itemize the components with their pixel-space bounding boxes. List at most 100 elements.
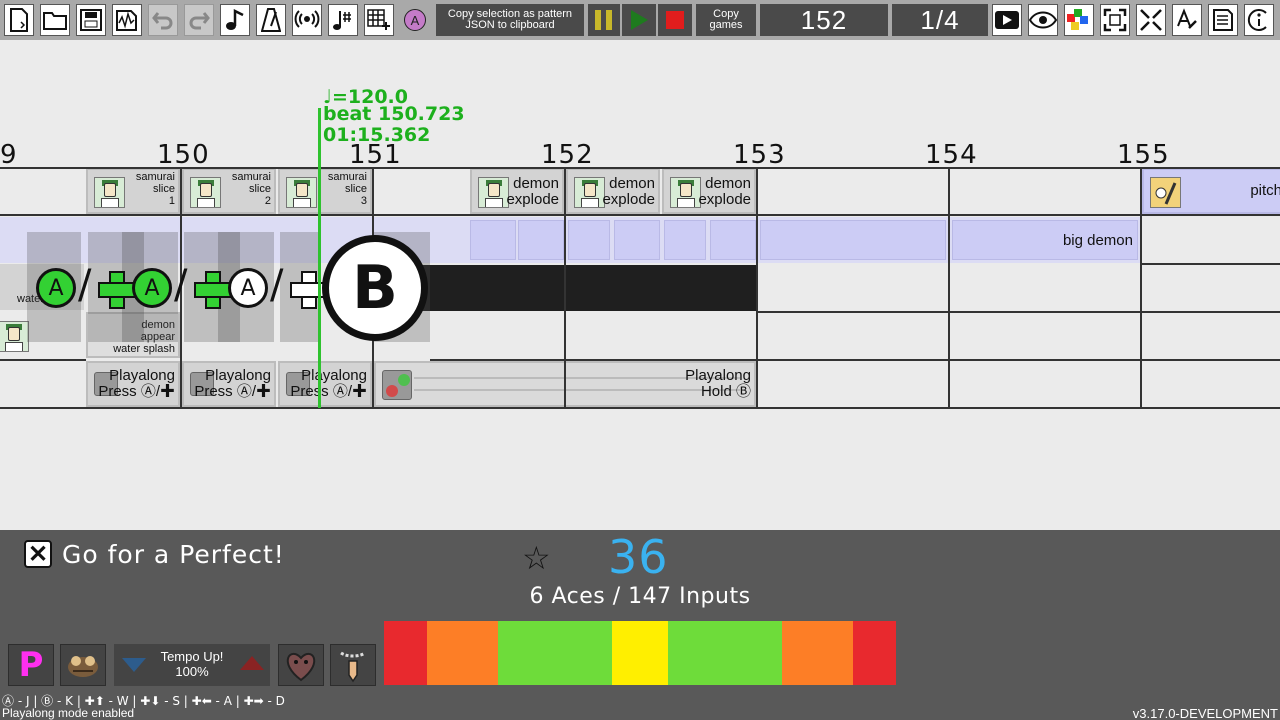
list-icon[interactable] (1208, 4, 1238, 36)
stop-button[interactable] (658, 4, 692, 36)
lane-cell[interactable] (518, 220, 564, 260)
row-divider (0, 407, 1280, 409)
block-label: Playalong Press Ⓐ/✚ (194, 367, 271, 400)
b-button-icon: B (322, 235, 428, 341)
expand-icon[interactable] (1136, 4, 1166, 36)
samurai-slice-block[interactable]: samurai slice 1 (86, 168, 180, 214)
a-button-icon: A (36, 268, 76, 308)
meter-segment (668, 621, 782, 685)
demon-explode-block[interactable]: demon explode (470, 168, 564, 214)
eye-icon[interactable] (1028, 4, 1058, 36)
star-icon: ☆ (522, 540, 551, 576)
undo-icon[interactable] (148, 4, 178, 36)
lane-cell[interactable] (760, 220, 946, 260)
playhead[interactable] (318, 108, 321, 408)
beat-number: 9 (0, 140, 18, 170)
grid-icon[interactable] (364, 4, 394, 36)
waveform-icon[interactable] (112, 4, 142, 36)
playalong-press-block[interactable]: Playalong Press Ⓐ/✚ (278, 361, 372, 407)
block-label: demon explode (506, 175, 559, 208)
samurai-thumbnail-icon (286, 177, 317, 208)
demon-thumbnail-icon (574, 177, 605, 208)
perfect-badge-icon[interactable]: P (8, 644, 54, 686)
editor-root: A Copy selection as pattern JSON to clip… (0, 0, 1280, 720)
mode-status: Playalong mode enabled (2, 706, 135, 720)
lane-cell[interactable] (664, 220, 706, 260)
copy-games-button[interactable]: Copy games (696, 4, 756, 36)
snap-display[interactable]: 1/4 (892, 4, 988, 36)
block-label: Playalong Press Ⓐ/✚ (98, 367, 175, 400)
beat-number: 153 (733, 140, 786, 170)
row-divider (0, 214, 1280, 216)
save-icon[interactable] (76, 4, 106, 36)
beat-display[interactable]: 152 (760, 4, 888, 36)
block-label: demon explode (602, 175, 655, 208)
close-x-icon[interactable]: ✕ (24, 540, 52, 568)
playalong-press-block[interactable]: Playalong Press Ⓐ/✚ (182, 361, 276, 407)
a-button-icon: A (132, 268, 172, 308)
heart-face-icon[interactable] (278, 644, 324, 686)
samurai-thumbnail-icon (94, 177, 125, 208)
text-edit-icon[interactable] (1172, 4, 1202, 36)
lane-cell[interactable] (614, 220, 660, 260)
meter-segment (612, 621, 668, 685)
metronome-icon[interactable] (256, 4, 286, 36)
block-label: samurai slice 2 (231, 171, 271, 207)
palette-icon[interactable] (1064, 4, 1094, 36)
hold-input-bar (418, 265, 756, 311)
meter-segment (782, 621, 853, 685)
music-note-icon[interactable] (220, 4, 250, 36)
pause-button[interactable] (588, 4, 620, 36)
beat-number: 150 (157, 140, 210, 170)
broadcast-icon[interactable] (292, 4, 322, 36)
samurai-slice-block[interactable]: samurai slice 2 (182, 168, 276, 214)
play-button[interactable] (622, 4, 656, 36)
score-value: 36 (608, 530, 669, 584)
block-label: pitch (1250, 182, 1280, 199)
hand-chain-icon[interactable] (330, 644, 376, 686)
tempo-down-icon[interactable] (122, 658, 146, 672)
play-preview-icon[interactable] (992, 4, 1022, 36)
row-divider (756, 311, 1280, 313)
demon-explode-block[interactable]: demon explode (566, 168, 660, 214)
block-label: Playalong Hold Ⓑ (685, 367, 751, 400)
dpad-plus-icon (98, 271, 136, 309)
fullscreen-icon[interactable] (1100, 4, 1130, 36)
a-button-icon: A (228, 268, 268, 308)
block-label: Playalong Press Ⓐ/✚ (290, 367, 367, 400)
slash-separator: / (270, 262, 284, 308)
samurai-slice-block[interactable]: samurai slice 3 (278, 168, 372, 214)
a-button-icon[interactable]: A (400, 4, 430, 36)
info-icon[interactable] (1244, 4, 1274, 36)
pitch-block[interactable]: pitch (1142, 168, 1280, 214)
open-folder-icon[interactable] (40, 4, 70, 36)
mod-toad-icon[interactable] (60, 644, 106, 686)
redo-icon[interactable] (184, 4, 214, 36)
demon-explode-block[interactable]: demon explode (662, 168, 756, 214)
lane-cell[interactable] (470, 220, 516, 260)
pitch-thumbnail-icon (1150, 177, 1181, 208)
big-demon-block[interactable]: big demon (952, 220, 1138, 260)
tempo-label: Tempo Up! 100% (160, 649, 224, 679)
toolbar: A Copy selection as pattern JSON to clip… (0, 0, 1280, 40)
demon-thumbnail-icon (478, 177, 509, 208)
playalong-press-block[interactable]: Playalong Press Ⓐ/✚ (86, 361, 180, 407)
beat-line (1140, 168, 1142, 408)
results-panel: ✕ Go for a Perfect! ☆ 36 6 Aces / 147 In… (0, 530, 1280, 720)
lane-cell[interactable] (710, 220, 756, 260)
playalong-hold-icon (382, 370, 412, 400)
copy-pattern-button[interactable]: Copy selection as pattern JSON to clipbo… (436, 4, 584, 36)
row-divider (1140, 263, 1280, 265)
demon-thumbnail-icon (670, 177, 701, 208)
row-divider (430, 359, 1280, 361)
slash-separator: / (174, 262, 188, 308)
tempo-up-icon[interactable] (240, 656, 264, 670)
block-label: samurai slice 3 (327, 171, 367, 207)
beat-number: 155 (1117, 140, 1170, 170)
lane-cell[interactable] (568, 220, 610, 260)
new-file-icon[interactable] (4, 4, 34, 36)
meter-segment (853, 621, 896, 685)
tempo-change-icon[interactable] (328, 4, 358, 36)
aces-inputs-text: 6 Aces / 147 Inputs (529, 584, 751, 609)
timeline[interactable]: 9 150 151 152 153 154 155 big demon samu… (0, 40, 1280, 530)
